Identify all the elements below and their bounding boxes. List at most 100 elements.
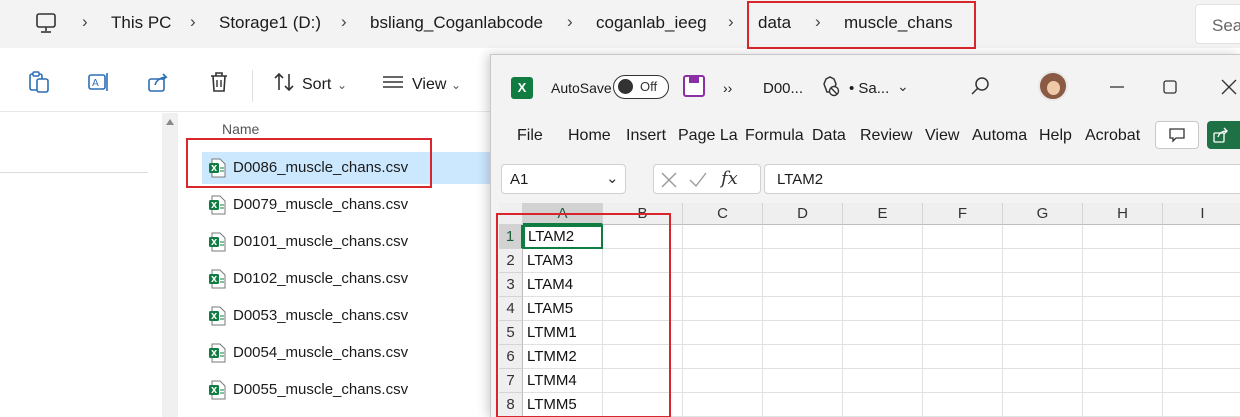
cell-h4[interactable] (1083, 297, 1163, 321)
list-item[interactable]: X D0101_muscle_chans.csv (202, 226, 492, 258)
cell-a4[interactable]: LTAM5 (523, 297, 603, 321)
cell-h8[interactable] (1083, 393, 1163, 417)
column-header-e[interactable]: E (843, 203, 923, 225)
minimize-icon[interactable] (1109, 85, 1125, 89)
cell-b8[interactable] (603, 393, 683, 417)
cell-b6[interactable] (603, 345, 683, 369)
cell-i2[interactable] (1163, 249, 1240, 273)
column-header-a[interactable]: A (523, 203, 603, 225)
cell-d8[interactable] (763, 393, 843, 417)
column-header-d[interactable]: D (763, 203, 843, 225)
cell-c1[interactable] (683, 225, 763, 249)
cell-c7[interactable] (683, 369, 763, 393)
cell-i4[interactable] (1163, 297, 1240, 321)
breadcrumb-bsliang-coganlabcode[interactable]: bsliang_Coganlabcode (370, 13, 543, 33)
list-item[interactable]: X D0102_muscle_chans.csv (202, 263, 492, 295)
cell-f8[interactable] (923, 393, 1003, 417)
tab-home[interactable]: Home (568, 127, 611, 145)
paste-icon[interactable] (27, 70, 51, 94)
cell-e8[interactable] (843, 393, 923, 417)
search-input[interactable]: Sea (1195, 4, 1240, 44)
cell-a3[interactable]: LTAM4 (523, 273, 603, 297)
cell-e2[interactable] (843, 249, 923, 273)
cell-d5[interactable] (763, 321, 843, 345)
rename-icon[interactable]: A (87, 70, 111, 94)
avatar[interactable] (1038, 71, 1068, 101)
cell-e7[interactable] (843, 369, 923, 393)
cell-d2[interactable] (763, 249, 843, 273)
list-item[interactable]: X D0055_muscle_chans.csv (202, 374, 492, 406)
row-header-1[interactable]: 1 (499, 225, 523, 249)
tab-file[interactable]: File (517, 127, 543, 145)
cell-d7[interactable] (763, 369, 843, 393)
name-box[interactable]: A1 ⌄ (501, 164, 626, 194)
cell-e6[interactable] (843, 345, 923, 369)
row-header-7[interactable]: 7 (499, 369, 523, 393)
cell-d6[interactable] (763, 345, 843, 369)
cell-g5[interactable] (1003, 321, 1083, 345)
breadcrumb-data[interactable]: data (758, 13, 791, 33)
cell-h3[interactable] (1083, 273, 1163, 297)
sort-button[interactable]: Sort (302, 76, 331, 94)
cell-f5[interactable] (923, 321, 1003, 345)
row-header-3[interactable]: 3 (499, 273, 523, 297)
cell-e4[interactable] (843, 297, 923, 321)
cell-h7[interactable] (1083, 369, 1163, 393)
close-icon[interactable] (1221, 79, 1237, 95)
tab-view[interactable]: View (925, 127, 959, 145)
cell-a8[interactable]: LTMM5 (523, 393, 603, 417)
cell-c8[interactable] (683, 393, 763, 417)
cell-a6[interactable]: LTMM2 (523, 345, 603, 369)
sort-icon[interactable] (272, 70, 296, 94)
nav-scrollbar[interactable] (162, 113, 178, 417)
cell-f7[interactable] (923, 369, 1003, 393)
cell-b7[interactable] (603, 369, 683, 393)
save-icon[interactable] (683, 75, 705, 97)
row-header-4[interactable]: 4 (499, 297, 523, 321)
cell-g8[interactable] (1003, 393, 1083, 417)
list-item[interactable]: X D0054_muscle_chans.csv (202, 337, 492, 369)
cell-h1[interactable] (1083, 225, 1163, 249)
tab-page-layout[interactable]: Page La (678, 127, 738, 145)
cell-b4[interactable] (603, 297, 683, 321)
cell-f1[interactable] (923, 225, 1003, 249)
row-header-2[interactable]: 2 (499, 249, 523, 273)
column-header-c[interactable]: C (683, 203, 763, 225)
cell-g3[interactable] (1003, 273, 1083, 297)
check-icon[interactable] (688, 171, 708, 189)
cell-f3[interactable] (923, 273, 1003, 297)
breadcrumb-muscle-chans[interactable]: muscle_chans (844, 13, 953, 33)
cell-a7[interactable]: LTMM4 (523, 369, 603, 393)
cell-a1[interactable]: LTAM2 (523, 225, 603, 249)
save-status[interactable]: • Sa... (849, 80, 889, 97)
row-header-8[interactable]: 8 (499, 393, 523, 417)
cell-e5[interactable] (843, 321, 923, 345)
breadcrumb-coganlab-ieeg[interactable]: coganlab_ieeg (596, 13, 707, 33)
chevron-down-icon[interactable]: ⌄ (897, 78, 909, 95)
navigation-pane[interactable] (0, 113, 162, 417)
cell-a5[interactable]: LTMM1 (523, 321, 603, 345)
cell-f2[interactable] (923, 249, 1003, 273)
cell-c2[interactable] (683, 249, 763, 273)
column-header-b[interactable]: B (603, 203, 683, 225)
cell-b2[interactable] (603, 249, 683, 273)
formula-input[interactable]: LTAM2 (764, 164, 1240, 194)
column-header-name[interactable]: Name (222, 121, 259, 137)
row-header-5[interactable]: 5 (499, 321, 523, 345)
tab-acrobat[interactable]: Acrobat (1085, 127, 1140, 145)
cell-e1[interactable] (843, 225, 923, 249)
cell-b1[interactable] (603, 225, 683, 249)
cell-b3[interactable] (603, 273, 683, 297)
insert-function-icon[interactable]: fx (721, 168, 738, 189)
view-icon[interactable] (381, 70, 405, 94)
address-bar[interactable]: › This PC › Storage1 (D:) › bsliang_Coga… (0, 0, 1240, 48)
maximize-icon[interactable] (1163, 80, 1177, 94)
cell-g6[interactable] (1003, 345, 1083, 369)
cell-i8[interactable] (1163, 393, 1240, 417)
cell-a2[interactable]: LTAM3 (523, 249, 603, 273)
autosave-toggle[interactable]: Off (613, 75, 669, 99)
document-name[interactable]: D00... (763, 80, 803, 97)
cell-h5[interactable] (1083, 321, 1163, 345)
breadcrumb-storage1[interactable]: Storage1 (D:) (219, 13, 321, 33)
computer-icon[interactable] (36, 12, 56, 34)
